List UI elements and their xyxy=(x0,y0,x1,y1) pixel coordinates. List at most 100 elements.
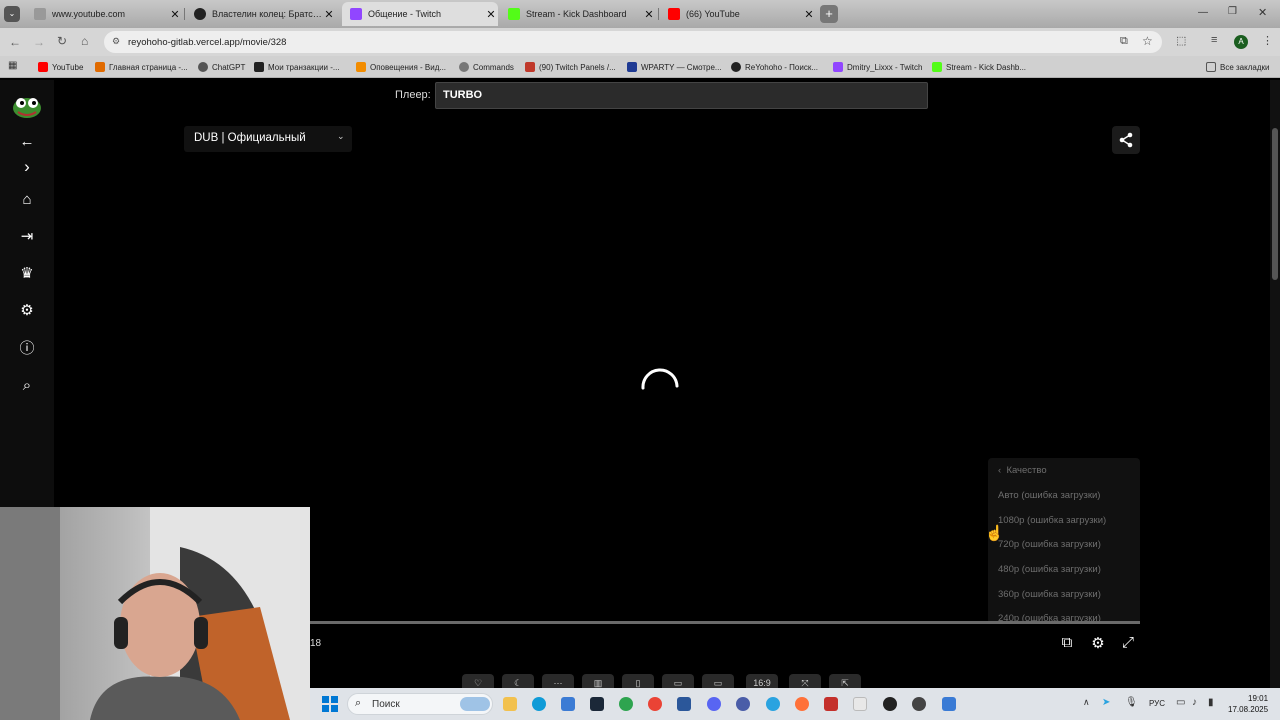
close-window-button[interactable]: ✕ xyxy=(1258,6,1267,19)
menu-kebab-icon[interactable]: ⋮ xyxy=(1262,34,1273,47)
bookmark-star-icon[interactable]: ☆ xyxy=(1142,34,1153,48)
quality-option[interactable]: Авто (ошибка загрузки) xyxy=(998,490,1100,501)
forward-icon[interactable]: → xyxy=(33,35,45,49)
site-icon xyxy=(731,62,741,72)
back-icon[interactable]: ← xyxy=(9,35,21,49)
maximize-window-button[interactable]: ❐ xyxy=(1228,6,1237,17)
tab-search-button[interactable]: ⌄ xyxy=(4,6,20,22)
bookmark-item[interactable]: (90) Twitch Panels /... xyxy=(525,60,616,74)
bookmark-item[interactable]: Главная страница -... xyxy=(95,60,188,74)
bookmark-item[interactable]: Dmitry_Lixxx - Twitch xyxy=(833,60,922,74)
close-tab-icon[interactable]: ✕ xyxy=(484,8,498,21)
battery-icon[interactable]: ▮ xyxy=(1208,697,1214,708)
chevron-down-icon: ⌄ xyxy=(337,131,345,141)
quality-option[interactable]: 480p (ошибка загрузки) xyxy=(998,564,1101,575)
store-icon[interactable] xyxy=(561,697,575,711)
taskbar-clock[interactable]: 19:01 17.08.2025 xyxy=(1228,693,1268,715)
browser-tab[interactable]: (66) YouTube ✕ xyxy=(660,2,816,26)
youtube-icon xyxy=(38,62,48,72)
chevron-right-icon[interactable]: › xyxy=(18,158,36,176)
scrollbar-thumb[interactable] xyxy=(1272,128,1278,280)
telegram-tray-icon[interactable]: ➤ xyxy=(1102,697,1110,708)
bookmark-item[interactable]: Мои транзакции -... xyxy=(254,60,340,74)
app-icon[interactable] xyxy=(853,697,867,711)
reload-icon[interactable]: ↻ xyxy=(57,34,67,48)
edge-icon[interactable] xyxy=(532,697,546,711)
bookmark-item[interactable]: YouTube xyxy=(38,60,83,74)
site-info-icon[interactable]: ⚙ xyxy=(112,36,120,47)
obs-icon[interactable] xyxy=(912,697,926,711)
media-control-icon[interactable]: ≡ xyxy=(1211,34,1217,46)
quality-menu-back[interactable]: ‹ Качество xyxy=(998,465,1047,476)
tray-expand-icon[interactable]: ∧ xyxy=(1083,697,1090,708)
volume-icon[interactable]: ♪ xyxy=(1192,697,1197,708)
info-icon[interactable]: ⓘ xyxy=(18,340,36,358)
all-bookmarks-button[interactable]: Все закладки xyxy=(1206,60,1269,74)
webcam-overlay xyxy=(0,507,310,720)
chrome-icon[interactable] xyxy=(648,697,662,711)
bookmark-item[interactable]: Commands xyxy=(459,60,514,74)
player-select[interactable] xyxy=(435,82,928,109)
picture-in-picture-icon[interactable]: ⧉ xyxy=(1057,634,1077,654)
gear-icon[interactable]: ⚙ xyxy=(18,302,36,320)
app-icon[interactable] xyxy=(736,697,750,711)
minimize-window-button[interactable]: — xyxy=(1198,7,1208,18)
quality-option[interactable]: 360p (ошибка загрузки) xyxy=(998,589,1101,600)
video-progress-bar[interactable] xyxy=(310,621,1140,624)
close-tab-icon[interactable]: ✕ xyxy=(168,8,182,21)
close-tab-icon[interactable]: ✕ xyxy=(802,8,816,21)
bookmark-item[interactable]: Stream - Kick Dashb... xyxy=(932,60,1026,74)
microphone-icon[interactable]: 🎙 xyxy=(1125,697,1138,708)
quality-option[interactable]: 240p (ошибка загрузки) xyxy=(998,613,1101,621)
firefox-icon[interactable] xyxy=(795,697,809,711)
browser-tab[interactable]: www.youtube.com ✕ xyxy=(26,2,182,26)
word-icon[interactable] xyxy=(677,697,691,711)
share-icon xyxy=(1119,132,1133,148)
steam-icon[interactable] xyxy=(590,697,604,711)
new-tab-button[interactable]: + xyxy=(820,5,838,23)
language-indicator[interactable]: РУС xyxy=(1149,699,1165,708)
profile-avatar[interactable]: A xyxy=(1234,35,1248,49)
site-logo[interactable] xyxy=(10,94,44,124)
bookmark-item[interactable]: WPARTY — Смотре... xyxy=(627,60,722,74)
home-icon[interactable]: ⌂ xyxy=(18,191,36,209)
quality-option[interactable]: 1080p (ошибка загрузки) xyxy=(998,515,1106,526)
clock-time: 19:01 xyxy=(1248,694,1269,703)
start-button[interactable] xyxy=(322,696,338,712)
clock-app-icon[interactable] xyxy=(883,697,897,711)
close-tab-icon[interactable]: ✕ xyxy=(642,8,656,21)
share-button[interactable] xyxy=(1112,126,1140,154)
discord-icon[interactable] xyxy=(707,697,721,711)
trophy-icon[interactable]: ♛ xyxy=(18,265,36,283)
telegram-icon[interactable] xyxy=(766,697,780,711)
install-app-icon[interactable]: ⧉ xyxy=(1120,35,1128,48)
shield-icon[interactable] xyxy=(824,697,838,711)
login-icon[interactable]: ⇥ xyxy=(18,228,36,246)
network-icon[interactable]: ▭ xyxy=(1176,697,1185,708)
apps-grid-icon[interactable]: ▦ xyxy=(8,60,17,71)
search-icon[interactable]: ⌕ xyxy=(18,377,36,395)
bookmark-item[interactable]: Оповещения - Вид... xyxy=(356,60,446,74)
extensions-icon[interactable]: ⬚ xyxy=(1176,34,1186,47)
file-explorer-icon[interactable] xyxy=(503,697,517,711)
kick-icon xyxy=(508,8,520,20)
browser-tab[interactable]: Властелин колец: Братство кольца ✕ xyxy=(186,2,336,26)
youtube-icon xyxy=(668,8,680,20)
browser-tab-active[interactable]: Общение - Twitch ✕ xyxy=(342,2,498,26)
home-icon[interactable]: ⌂ xyxy=(81,34,88,48)
loading-spinner xyxy=(640,368,680,392)
settings-icon[interactable]: ⚙ xyxy=(1088,634,1108,654)
quality-menu-title: Качество xyxy=(1006,465,1047,476)
fullscreen-icon[interactable]: ⤢ xyxy=(1118,634,1138,654)
url-text[interactable]: reyohoho-gitlab.vercel.app/movie/328 xyxy=(128,37,286,48)
video-time: 18 xyxy=(310,638,322,649)
bookmark-item[interactable]: ReYohoho - Поиск... xyxy=(731,60,818,74)
browser-tab[interactable]: Stream - Kick Dashboard ✕ xyxy=(500,2,656,26)
back-arrow-icon[interactable]: ← xyxy=(18,133,36,151)
quality-option[interactable]: 720p (ошибка загрузки) xyxy=(998,539,1101,550)
close-tab-icon[interactable]: ✕ xyxy=(322,8,336,21)
mouse-cursor-icon: ☝ xyxy=(985,525,1004,542)
utorrent-icon[interactable] xyxy=(619,697,633,711)
window-icon[interactable] xyxy=(942,697,956,711)
bookmark-item[interactable]: ChatGPT xyxy=(198,60,245,74)
